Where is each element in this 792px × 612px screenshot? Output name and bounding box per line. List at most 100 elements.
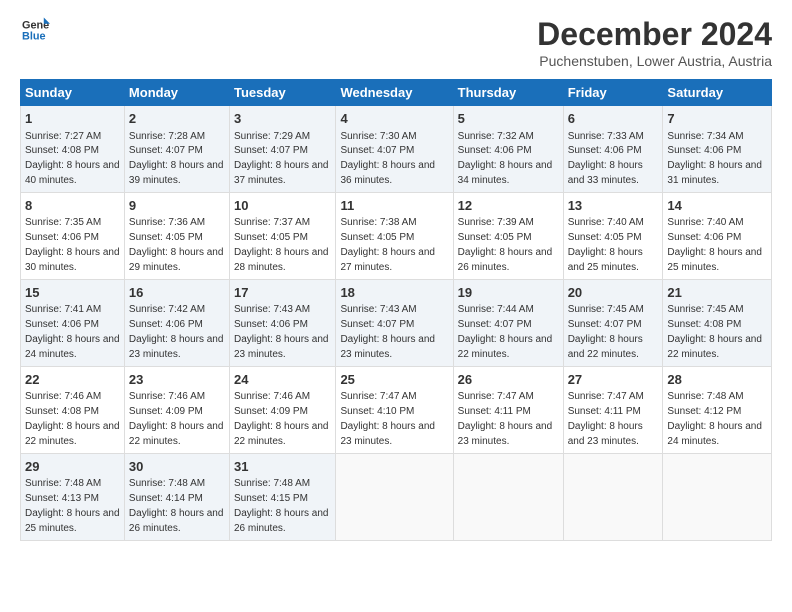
- day-number: 5: [458, 110, 559, 128]
- day-number: 13: [568, 197, 659, 215]
- day-number: 17: [234, 284, 331, 302]
- calendar-cell: 5Sunrise: 7:32 AMSunset: 4:06 PMDaylight…: [453, 106, 563, 193]
- day-number: 11: [340, 197, 448, 215]
- col-header-monday: Monday: [124, 80, 229, 106]
- calendar-cell: 27 Sunrise: 7:47 AMSunset: 4:11 PMDayligh…: [563, 366, 663, 453]
- day-number: 1: [25, 110, 120, 128]
- day-number: 23: [129, 371, 225, 389]
- calendar-cell: 1Sunrise: 7:27 AMSunset: 4:08 PMDaylight…: [21, 106, 125, 193]
- logo-icon: General Blue: [22, 16, 50, 44]
- calendar-cell: [336, 453, 453, 540]
- day-number: 24: [234, 371, 331, 389]
- col-header-tuesday: Tuesday: [229, 80, 335, 106]
- day-info: Sunrise: 7:42 AMSunset: 4:06 PMDaylight:…: [129, 304, 224, 360]
- calendar-cell: 23Sunrise: 7:46 AMSunset: 4:09 PMDayligh…: [124, 366, 229, 453]
- day-info: Sunrise: 7:47 AMSunset: 4:11 PMDaylight:…: [568, 391, 644, 447]
- calendar-cell: 2 Sunrise: 7:28 AMSunset: 4:07 PMDaylight…: [124, 106, 229, 193]
- day-number: 25: [340, 371, 448, 389]
- day-info: Sunrise: 7:29 AMSunset: 4:07 PMDaylight:…: [234, 131, 329, 187]
- col-header-saturday: Saturday: [663, 80, 772, 106]
- calendar-cell: 18 Sunrise: 7:43 AMSunset: 4:07 PMDayligh…: [336, 279, 453, 366]
- day-info: Sunrise: 7:36 AMSunset: 4:05 PMDaylight:…: [129, 217, 224, 273]
- day-number: 20: [568, 284, 659, 302]
- day-number: 7: [667, 110, 767, 128]
- calendar-cell: 21Sunrise: 7:45 AMSunset: 4:08 PMDayligh…: [663, 279, 772, 366]
- calendar-cell: 31 Sunrise: 7:48 AMSunset: 4:15 PMDayligh…: [229, 453, 335, 540]
- day-number: 16: [129, 284, 225, 302]
- main-title: December 2024: [537, 16, 772, 53]
- calendar-cell: 9 Sunrise: 7:36 AMSunset: 4:05 PMDaylight…: [124, 192, 229, 279]
- day-number: 22: [25, 371, 120, 389]
- calendar-row: 1Sunrise: 7:27 AMSunset: 4:08 PMDaylight…: [21, 106, 772, 193]
- day-number: 18: [340, 284, 448, 302]
- calendar-cell: [563, 453, 663, 540]
- col-header-thursday: Thursday: [453, 80, 563, 106]
- day-info: Sunrise: 7:45 AMSunset: 4:07 PMDaylight:…: [568, 304, 644, 360]
- calendar-cell: 28 Sunrise: 7:48 AMSunset: 4:12 PMDayligh…: [663, 366, 772, 453]
- calendar-header: SundayMondayTuesdayWednesdayThursdayFrid…: [21, 80, 772, 106]
- day-number: 8: [25, 197, 120, 215]
- calendar-cell: 12Sunrise: 7:39 AMSunset: 4:05 PMDayligh…: [453, 192, 563, 279]
- day-info: Sunrise: 7:43 AMSunset: 4:07 PMDaylight:…: [340, 304, 435, 360]
- title-block: December 2024 Puchenstuben, Lower Austri…: [537, 16, 772, 69]
- calendar-cell: 14Sunrise: 7:40 AMSunset: 4:06 PMDayligh…: [663, 192, 772, 279]
- col-header-wednesday: Wednesday: [336, 80, 453, 106]
- day-number: 21: [667, 284, 767, 302]
- calendar-cell: [663, 453, 772, 540]
- day-info: Sunrise: 7:46 AMSunset: 4:08 PMDaylight:…: [25, 391, 120, 447]
- day-number: 15: [25, 284, 120, 302]
- day-number: 3: [234, 110, 331, 128]
- day-info: Sunrise: 7:48 AMSunset: 4:13 PMDaylight:…: [25, 478, 120, 534]
- day-info: Sunrise: 7:44 AMSunset: 4:07 PMDaylight:…: [458, 304, 553, 360]
- day-info: Sunrise: 7:38 AMSunset: 4:05 PMDaylight:…: [340, 217, 435, 273]
- day-number: 6: [568, 110, 659, 128]
- calendar-cell: 25 Sunrise: 7:47 AMSunset: 4:10 PMDayligh…: [336, 366, 453, 453]
- calendar-cell: 11 Sunrise: 7:38 AMSunset: 4:05 PMDayligh…: [336, 192, 453, 279]
- day-number: 2: [129, 110, 225, 128]
- day-info: Sunrise: 7:46 AMSunset: 4:09 PMDaylight:…: [234, 391, 329, 447]
- calendar-cell: 10Sunrise: 7:37 AMSunset: 4:05 PMDayligh…: [229, 192, 335, 279]
- day-number: 28: [667, 371, 767, 389]
- day-info: Sunrise: 7:40 AMSunset: 4:05 PMDaylight:…: [568, 217, 644, 273]
- day-number: 4: [340, 110, 448, 128]
- day-number: 10: [234, 197, 331, 215]
- day-info: Sunrise: 7:40 AMSunset: 4:06 PMDaylight:…: [667, 217, 762, 273]
- calendar-cell: 26Sunrise: 7:47 AMSunset: 4:11 PMDayligh…: [453, 366, 563, 453]
- day-info: Sunrise: 7:41 AMSunset: 4:06 PMDaylight:…: [25, 304, 120, 360]
- day-info: Sunrise: 7:28 AMSunset: 4:07 PMDaylight:…: [129, 131, 224, 187]
- day-info: Sunrise: 7:34 AMSunset: 4:06 PMDaylight:…: [667, 131, 762, 187]
- day-info: Sunrise: 7:48 AMSunset: 4:15 PMDaylight:…: [234, 478, 329, 534]
- subtitle: Puchenstuben, Lower Austria, Austria: [537, 53, 772, 69]
- day-info: Sunrise: 7:30 AMSunset: 4:07 PMDaylight:…: [340, 131, 435, 187]
- logo: General Blue: [20, 16, 50, 49]
- calendar-body: 1Sunrise: 7:27 AMSunset: 4:08 PMDaylight…: [21, 106, 772, 541]
- calendar-cell: 19Sunrise: 7:44 AMSunset: 4:07 PMDayligh…: [453, 279, 563, 366]
- calendar-row: 22 Sunrise: 7:46 AMSunset: 4:08 PMDayligh…: [21, 366, 772, 453]
- day-info: Sunrise: 7:47 AMSunset: 4:11 PMDaylight:…: [458, 391, 553, 447]
- day-info: Sunrise: 7:48 AMSunset: 4:14 PMDaylight:…: [129, 478, 224, 534]
- day-number: 27: [568, 371, 659, 389]
- day-number: 30: [129, 458, 225, 476]
- day-number: 9: [129, 197, 225, 215]
- calendar-cell: 30 Sunrise: 7:48 AMSunset: 4:14 PMDayligh…: [124, 453, 229, 540]
- day-info: Sunrise: 7:47 AMSunset: 4:10 PMDaylight:…: [340, 391, 435, 447]
- calendar-row: 29 Sunrise: 7:48 AMSunset: 4:13 PMDayligh…: [21, 453, 772, 540]
- svg-text:Blue: Blue: [22, 30, 46, 42]
- calendar-row: 15 Sunrise: 7:41 AMSunset: 4:06 PMDayligh…: [21, 279, 772, 366]
- day-number: 29: [25, 458, 120, 476]
- col-header-friday: Friday: [563, 80, 663, 106]
- day-number: 31: [234, 458, 331, 476]
- calendar-cell: 7 Sunrise: 7:34 AMSunset: 4:06 PMDaylight…: [663, 106, 772, 193]
- calendar-row: 8Sunrise: 7:35 AMSunset: 4:06 PMDaylight…: [21, 192, 772, 279]
- calendar-cell: [453, 453, 563, 540]
- page: General Blue December 2024 Puchenstuben,…: [0, 0, 792, 612]
- calendar-cell: 17 Sunrise: 7:43 AMSunset: 4:06 PMDayligh…: [229, 279, 335, 366]
- calendar-cell: 22 Sunrise: 7:46 AMSunset: 4:08 PMDayligh…: [21, 366, 125, 453]
- calendar-cell: 6Sunrise: 7:33 AMSunset: 4:06 PMDaylight…: [563, 106, 663, 193]
- calendar-table: SundayMondayTuesdayWednesdayThursdayFrid…: [20, 79, 772, 541]
- day-info: Sunrise: 7:43 AMSunset: 4:06 PMDaylight:…: [234, 304, 329, 360]
- calendar-cell: 3 Sunrise: 7:29 AMSunset: 4:07 PMDaylight…: [229, 106, 335, 193]
- calendar-cell: 16 Sunrise: 7:42 AMSunset: 4:06 PMDayligh…: [124, 279, 229, 366]
- day-info: Sunrise: 7:39 AMSunset: 4:05 PMDaylight:…: [458, 217, 553, 273]
- day-info: Sunrise: 7:48 AMSunset: 4:12 PMDaylight:…: [667, 391, 762, 447]
